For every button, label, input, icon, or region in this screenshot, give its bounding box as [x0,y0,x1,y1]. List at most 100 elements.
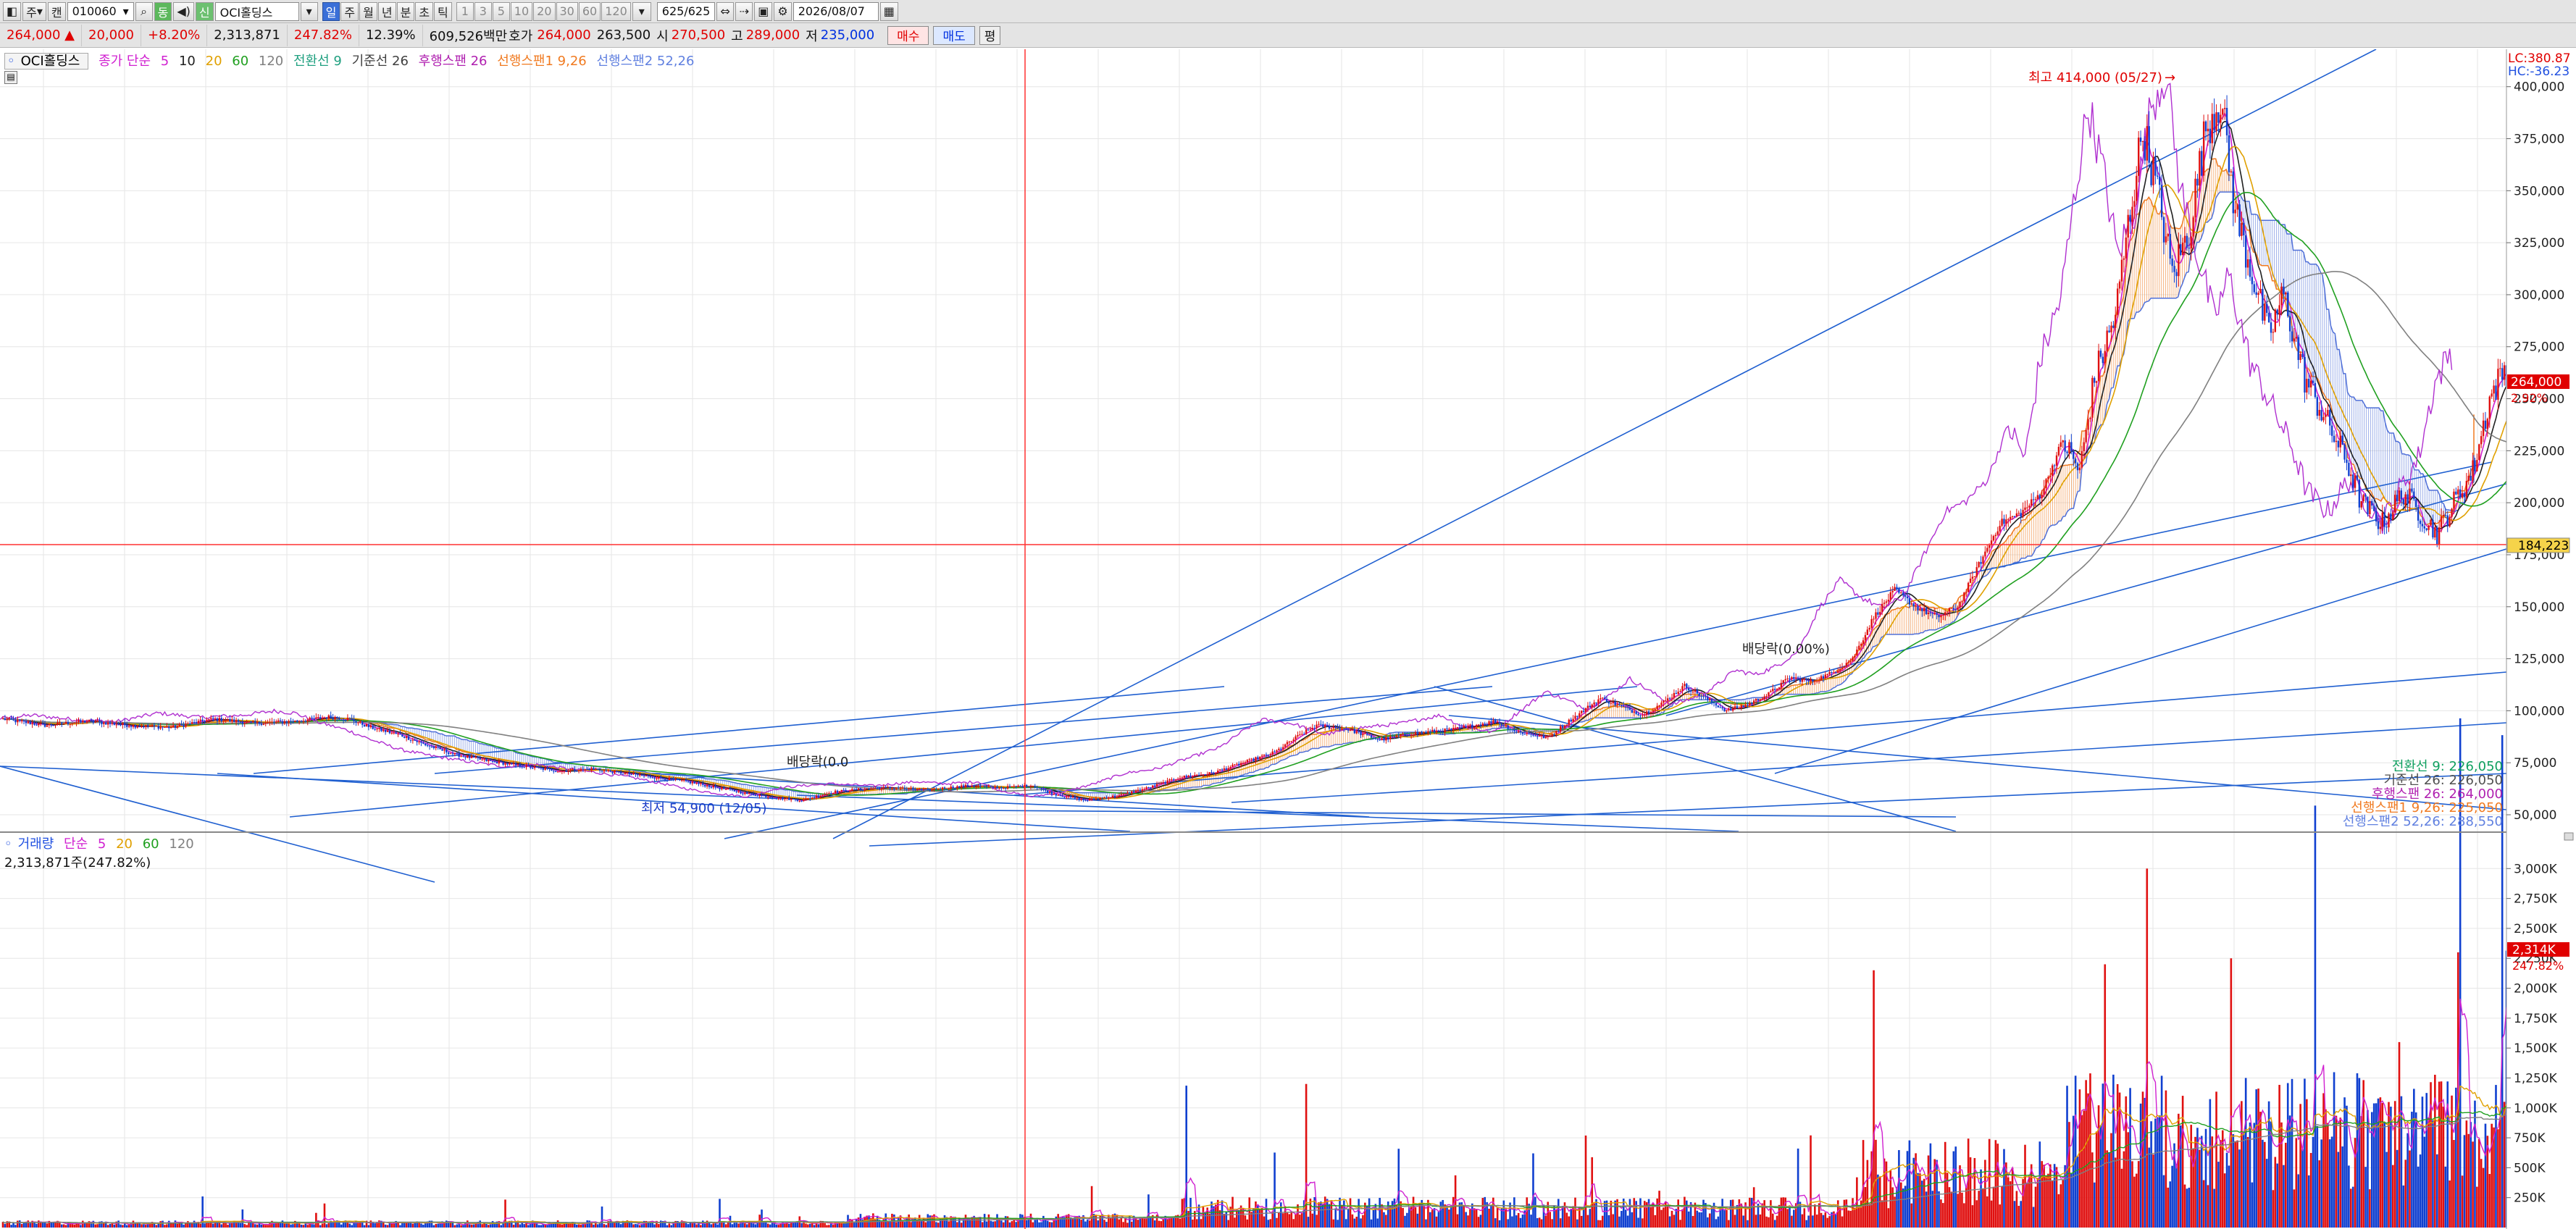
candle-body [1881,603,1883,612]
speaker-icon[interactable]: ◀) [173,1,194,21]
volume-bar [766,1223,769,1228]
volume-bar [2083,1110,2086,1228]
volume-bar [601,1206,603,1228]
volume-bar [2133,1176,2136,1228]
interval-dropdown[interactable]: ▾ [632,1,651,21]
tab-timeframe-minute[interactable]: 분 [396,1,415,21]
candle-body [1074,797,1076,799]
candle-body [2351,474,2354,488]
tab-timeframe-week[interactable]: 주 [340,1,359,21]
volume-bar [1782,1197,1785,1228]
candle-body [145,725,147,728]
scroll-icon[interactable]: ⇢ [735,1,753,21]
candle-body [660,776,662,779]
volume-bar [1160,1221,1163,1228]
candle-body [132,724,135,727]
candle-body [218,718,221,721]
volume-bar [775,1224,778,1228]
candle-body [40,723,42,724]
candle-body [113,723,115,725]
interval-button[interactable]: 1 [456,1,474,21]
candle-body [2493,385,2495,394]
tab-timeframe-month[interactable]: 월 [359,1,377,21]
volume-bar [2333,1072,2335,1228]
volume-bar [1642,1218,1644,1228]
date-field[interactable]: 2026/08/07 [793,1,879,21]
candle-body [1427,731,1429,734]
interval-button[interactable]: 10 [510,1,533,21]
tab-timeframe-tick[interactable]: 틱 [434,1,452,21]
data-count-field[interactable]: 625/625 [656,1,716,21]
volume-tick-label: 1,500K [2514,1041,2558,1056]
volume-bar [1347,1209,1350,1228]
save-icon[interactable]: ▣ [754,1,773,21]
volume-bar [733,1222,736,1228]
period-menu[interactable]: 주 ▾ [22,1,46,21]
volume-bar [374,1223,376,1228]
candle-body [2451,508,2453,517]
volume-bar [2484,1123,2487,1228]
volume-bar [62,1224,65,1228]
interval-button[interactable]: 3 [474,1,492,21]
candle-body [687,781,690,782]
candle-body [43,723,46,727]
tab-timeframe-year[interactable]: 년 [377,1,396,21]
candle-body [2413,491,2415,500]
stock-name-field[interactable]: OCI홀딩스 [214,1,299,21]
chart-type-menu[interactable]: 캔 [47,1,66,21]
interval-button[interactable]: 30 [556,1,578,21]
candle-body [1982,556,1984,564]
volume-bar [1108,1215,1110,1228]
volume-bar [1425,1219,1427,1228]
candle-body [651,777,653,779]
volume-bar [1555,1209,1557,1228]
chevron-down-icon[interactable]: ▾ [300,1,318,21]
candle-body [479,758,481,760]
price-axis[interactable]: 400,000375,000350,000325,000300,000275,0… [2506,80,2564,823]
stock-code-input[interactable]: 010060 ▾ [67,1,134,21]
interval-button[interactable]: 20 [533,1,556,21]
volume-bar [449,1222,452,1228]
volume-bar [1391,1201,1394,1228]
candle-body [1770,691,1772,692]
interval-button[interactable]: 5 [492,1,510,21]
candle-body [2449,516,2451,527]
volume-bar [1383,1212,1385,1228]
volume-bar [1843,1199,1846,1228]
volume-bar [2453,1140,2455,1228]
candle-body [836,790,839,793]
candle-body [126,725,128,727]
sell-button[interactable]: 매도 [933,25,975,45]
candle-body [315,717,317,719]
tab-timeframe-second[interactable]: 초 [415,1,434,21]
candle-body [1917,605,1919,611]
candle-body [1597,699,1599,704]
interval-button[interactable]: 60 [578,1,601,21]
volume-bar [67,1222,70,1228]
price-chart-area[interactable]: 최고 414,000 (05/27) → 최저 54,900 (12/05) 배… [0,49,2576,1229]
search-icon[interactable]: ⌕ [135,1,153,21]
interval-button[interactable]: 120 [601,1,631,21]
candle-body [1994,534,1997,537]
candle-body [256,721,259,723]
settings-icon[interactable]: ⚙ [774,1,792,21]
candle-body [1866,629,1869,635]
group-button[interactable]: 신 [195,1,214,21]
calendar-icon[interactable]: ▦ [879,1,898,21]
candle-body [1957,607,1959,610]
buy-button[interactable]: 매수 [887,25,929,45]
volume-bar [279,1222,282,1228]
menu-icon[interactable]: ◧ [3,1,22,21]
tab-timeframe-day[interactable]: 일 [322,1,340,21]
volume-bar [50,1222,53,1228]
sync-button[interactable]: 동 [154,1,172,21]
volume-bar [458,1224,460,1228]
candle-body [1366,733,1368,735]
average-button[interactable]: 평 [979,25,1001,45]
volume-bar [695,1224,698,1228]
zoom-icon[interactable]: ⇔ [716,1,735,21]
candle-body [521,766,523,768]
candle-body [809,798,811,800]
volume-tick-label: 250K [2514,1191,2546,1206]
candle-body [1889,592,1891,600]
